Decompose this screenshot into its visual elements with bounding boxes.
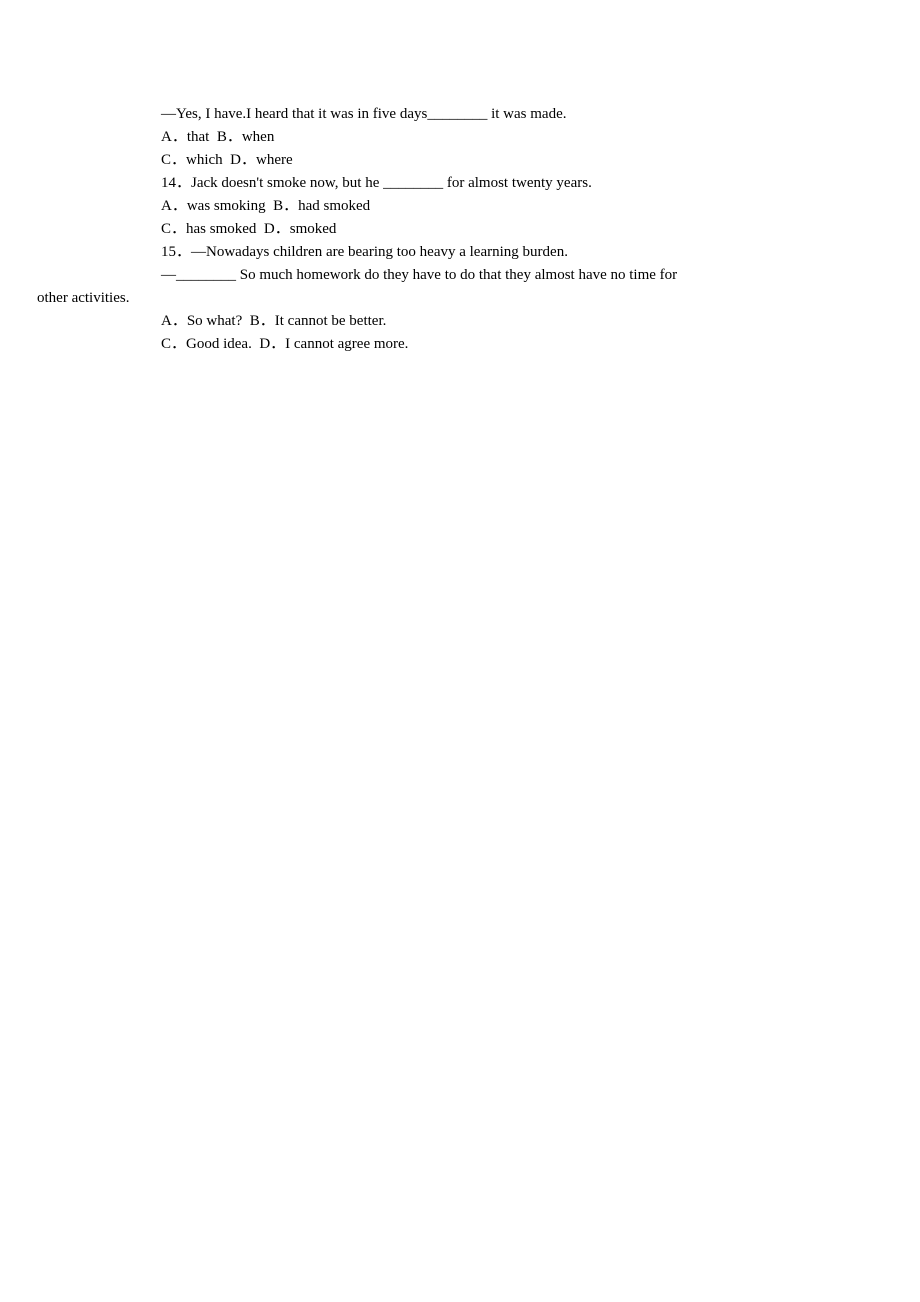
text-line: A．was smoking B．had smoked (37, 196, 883, 217)
text-line: A．that B．when (37, 127, 883, 148)
text-line: C．Good idea. D．I cannot agree more. (37, 334, 883, 355)
text-line: C．has smoked D．smoked (37, 219, 883, 240)
document-content: —Yes, I have.I heard that it was in five… (0, 0, 920, 355)
text-line: 15．—Nowadays children are bearing too he… (37, 242, 883, 263)
text-line: —________ So much homework do they have … (37, 265, 883, 286)
text-line: 14．Jack doesn't smoke now, but he ______… (37, 173, 883, 194)
text-line: A．So what? B．It cannot be better. (37, 311, 883, 332)
text-line: —Yes, I have.I heard that it was in five… (37, 104, 883, 125)
text-line: C．which D．where (37, 150, 883, 171)
text-line: other activities. (37, 288, 883, 309)
